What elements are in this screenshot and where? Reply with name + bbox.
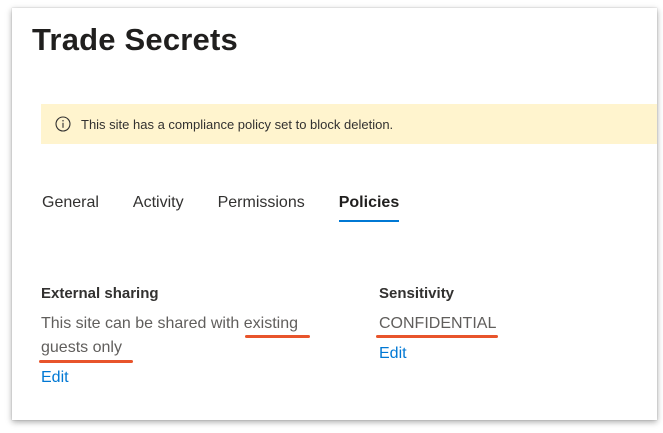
annotation-underline-existing [245, 335, 310, 338]
tab-policies[interactable]: Policies [338, 194, 400, 222]
annotation-underline-guests-only [39, 360, 133, 363]
tab-permissions[interactable]: Permissions [218, 194, 305, 222]
tab-bar: General Activity Permissions Policies [42, 194, 433, 222]
tab-activity[interactable]: Activity [133, 194, 184, 222]
info-icon [55, 116, 71, 132]
sensitivity-label: Sensitivity [379, 285, 455, 302]
compliance-banner: This site has a compliance policy set to… [41, 104, 657, 144]
site-details-panel: Trade Secrets This site has a compliance… [12, 8, 657, 420]
banner-message: This site has a compliance policy set to… [81, 116, 394, 132]
annotation-underline-confidential [376, 335, 498, 338]
sensitivity-value: CONFIDENTIAL [379, 315, 497, 332]
external-sharing-edit-link[interactable]: Edit [41, 369, 69, 387]
external-sharing-label: External sharing [41, 285, 159, 302]
external-sharing-text-line2: guests only [41, 339, 122, 356]
page-title: Trade Secrets [32, 22, 238, 57]
external-sharing-text-line1: This site can be shared with existing [41, 315, 299, 332]
tab-general[interactable]: General [42, 194, 99, 222]
sensitivity-edit-link[interactable]: Edit [379, 345, 407, 363]
